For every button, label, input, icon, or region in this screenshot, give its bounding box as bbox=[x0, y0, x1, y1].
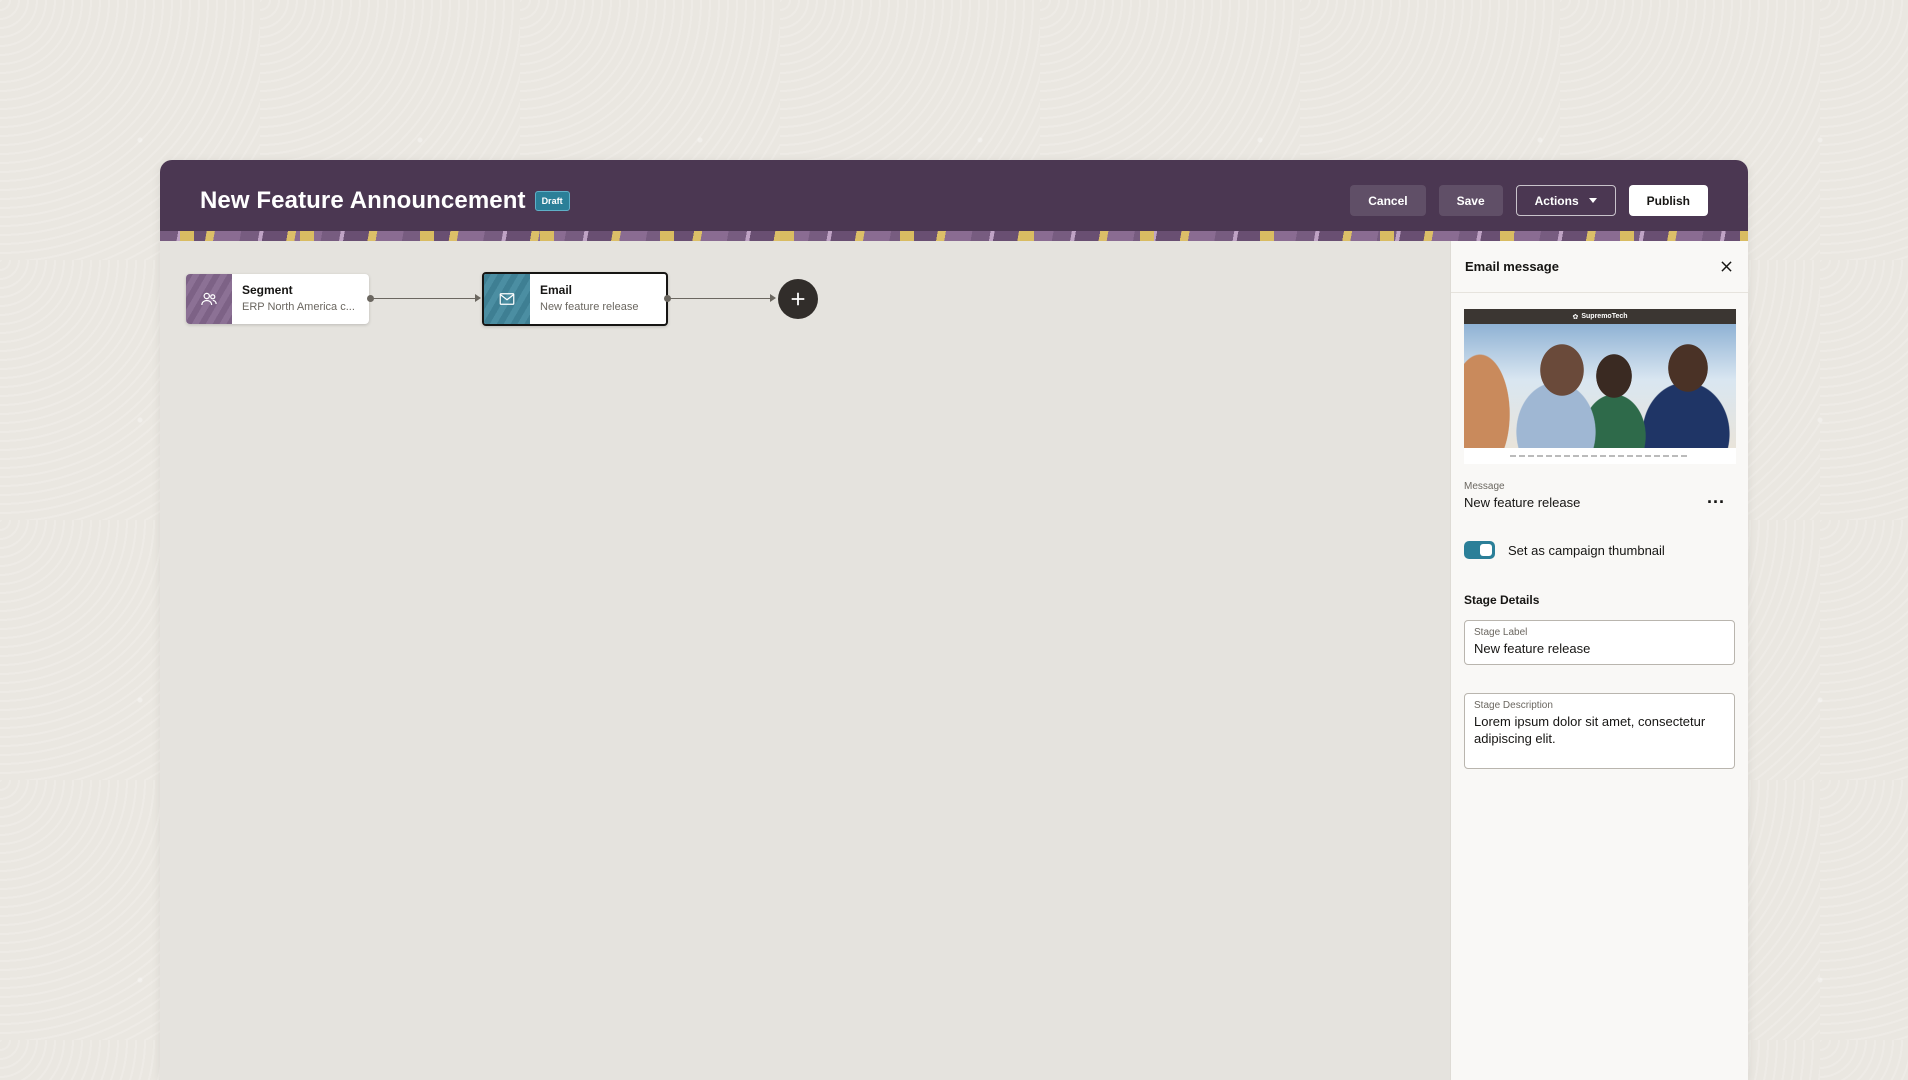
preview-brand-bar: ✿ SupremoTech bbox=[1464, 309, 1736, 324]
thumbnail-toggle-row: Set as campaign thumbnail bbox=[1464, 541, 1665, 559]
connector-line bbox=[668, 298, 771, 299]
flow-canvas[interactable]: Segment ERP North America c... Email New… bbox=[160, 241, 1450, 1080]
message-label: Message bbox=[1464, 481, 1505, 492]
stage-label-label: Stage Label bbox=[1474, 627, 1528, 638]
publish-button[interactable]: Publish bbox=[1628, 185, 1708, 216]
stage-label-value[interactable]: New feature release bbox=[1474, 640, 1725, 657]
actions-menu-button[interactable]: Actions bbox=[1515, 185, 1616, 216]
cancel-button[interactable]: Cancel bbox=[1350, 185, 1426, 216]
preview-brand-name: SupremoTech bbox=[1581, 313, 1628, 320]
plus-icon bbox=[791, 292, 805, 306]
envelope-icon bbox=[484, 274, 530, 324]
users-icon bbox=[186, 274, 232, 324]
preview-text-lines bbox=[1464, 448, 1736, 464]
brand-logo-icon: ✿ bbox=[1572, 313, 1579, 321]
message-summary: Message New feature release ... bbox=[1464, 481, 1735, 510]
page-header: New Feature Announcement Draft Cancel Sa… bbox=[160, 160, 1748, 241]
stage-properties-panel: Email message ✿ SupremoTech Message New … bbox=[1450, 241, 1748, 1080]
connector-line bbox=[371, 298, 476, 299]
panel-header: Email message bbox=[1451, 241, 1748, 293]
connector-arrow-icon bbox=[475, 294, 481, 302]
preview-hero-image bbox=[1464, 324, 1736, 448]
stage-details-heading: Stage Details bbox=[1464, 593, 1540, 607]
stage-description-field[interactable]: Stage Description Lorem ipsum dolor sit … bbox=[1464, 693, 1735, 769]
node-label: Segment bbox=[242, 283, 293, 297]
connector-arrow-icon bbox=[770, 294, 776, 302]
add-stage-button[interactable] bbox=[778, 279, 818, 319]
close-panel-button[interactable] bbox=[1718, 259, 1734, 275]
flow-node-segment[interactable]: Segment ERP North America c... bbox=[186, 274, 369, 324]
campaign-thumbnail-toggle[interactable] bbox=[1464, 541, 1495, 559]
status-badge: Draft bbox=[534, 190, 570, 211]
actions-menu-label: Actions bbox=[1534, 193, 1579, 208]
panel-title: Email message bbox=[1465, 259, 1559, 274]
stage-description-label: Stage Description bbox=[1474, 700, 1553, 711]
node-subtitle: ERP North America c... bbox=[242, 301, 355, 313]
message-value: New feature release bbox=[1464, 495, 1581, 510]
campaign-thumbnail-toggle-label: Set as campaign thumbnail bbox=[1508, 542, 1665, 558]
close-icon bbox=[1720, 261, 1732, 272]
more-options-button[interactable]: ... bbox=[1707, 487, 1725, 508]
flow-node-email[interactable]: Email New feature release bbox=[482, 272, 668, 326]
node-label: Email bbox=[540, 283, 573, 297]
email-preview-thumbnail[interactable]: ✿ SupremoTech bbox=[1464, 309, 1736, 464]
node-subtitle: New feature release bbox=[540, 301, 639, 313]
page-title: New Feature Announcement bbox=[200, 186, 526, 214]
stage-description-value[interactable]: Lorem ipsum dolor sit amet, consectetur … bbox=[1474, 713, 1725, 747]
caret-down-icon bbox=[1588, 198, 1597, 203]
save-button[interactable]: Save bbox=[1438, 185, 1503, 216]
campaign-editor-window: New Feature Announcement Draft Cancel Sa… bbox=[160, 160, 1748, 1080]
stage-label-field[interactable]: Stage Label New feature release bbox=[1464, 620, 1735, 665]
header-actions: Cancel Save Actions Publish bbox=[1350, 185, 1708, 216]
